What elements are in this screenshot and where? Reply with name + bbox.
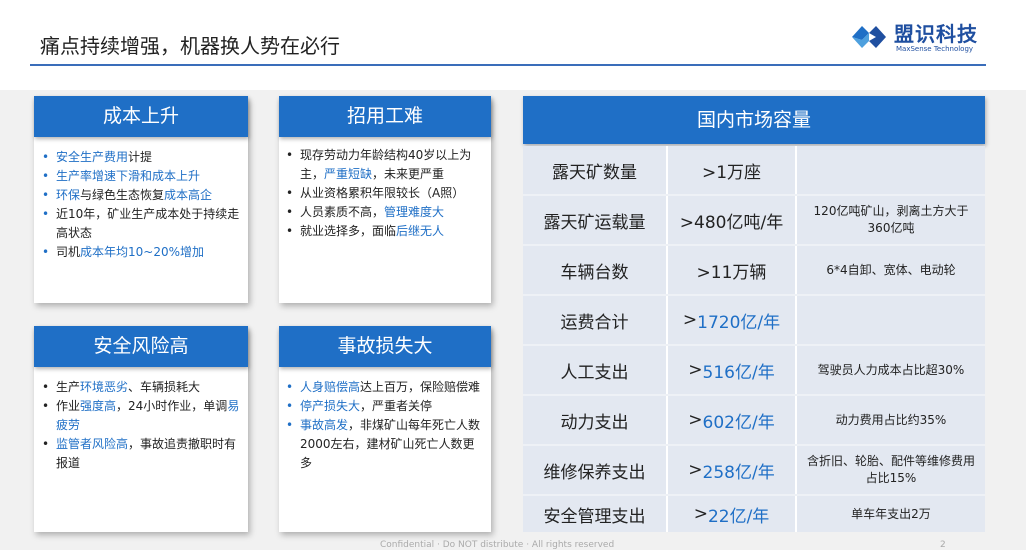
- page-title: 痛点持续增强，机器换人势在必行: [40, 34, 340, 58]
- row-label: 安全管理支出: [543, 506, 646, 527]
- table-row: 安全管理支出 >22亿/年 单车年支出2万: [523, 496, 985, 532]
- row-note: [797, 146, 985, 194]
- value-highlight: 602亿/年: [702, 412, 775, 433]
- list-item: 监管者风险高，事故追责撤职时有报道: [42, 435, 242, 473]
- value-prefix: >: [688, 460, 703, 480]
- list-item: 司机成本年均10~20%增加: [42, 243, 242, 262]
- list-item: 近10年，矿业生产成本处于持续走高状态: [42, 205, 242, 243]
- row-label: 动力支出: [560, 412, 629, 433]
- table-row: 车辆台数 >11万辆 6*4自卸、宽体、电动轮: [523, 246, 985, 294]
- list-item: 生产环境恶劣、车辆损耗大: [42, 378, 242, 397]
- list-item: 生产率增速下滑和成本上升: [42, 167, 242, 186]
- table-row: 运费合计 >1720亿/年: [523, 296, 985, 344]
- table-row: 维修保养支出 >258亿/年 含折旧、轮胎、配件等维修费用占比15%: [523, 446, 985, 494]
- list-item: 就业选择多，面临后继无人: [286, 222, 486, 241]
- market-table-title: 国内市场容量: [523, 96, 985, 144]
- company-logo: 盟识科技 MaxSense Technology: [848, 18, 998, 58]
- list-item: 现存劳动力年龄结构40岁以上为主，严重短缺，未来更严重: [286, 146, 486, 184]
- risk-panel-title: 安全风险高: [34, 326, 248, 367]
- value-highlight: 1720亿/年: [697, 312, 781, 333]
- value-highlight: 516亿/年: [702, 362, 775, 383]
- row-note: 120亿吨矿山，剥离土方大于360亿吨: [813, 204, 969, 235]
- row-value: >1720亿/年: [668, 296, 795, 344]
- row-label: 露天矿运载量: [543, 212, 646, 233]
- row-label: 维修保养支出: [543, 462, 646, 483]
- row-value: >602亿/年: [668, 396, 795, 444]
- market-table: 国内市场容量 露天矿数量 >1万座露天矿运载量 >480亿吨/年 120亿吨矿山，剥离…: [523, 96, 985, 532]
- value-prefix: >: [688, 410, 703, 430]
- list-item: 从业资格累积年限较长（A照）: [286, 184, 486, 203]
- row-value: >22亿/年: [668, 496, 795, 532]
- labor-list: 现存劳动力年龄结构40岁以上为主，严重短缺，未来更严重 从业资格累积年限较长（A…: [286, 146, 486, 241]
- value-prefix: >: [688, 360, 703, 380]
- row-label: 露天矿数量: [552, 162, 637, 183]
- list-item: 人员素质不高，管理难度大: [286, 203, 486, 222]
- cost-panel-title: 成本上升: [34, 96, 248, 137]
- logo-text-cn: 盟识科技: [894, 22, 978, 46]
- row-note: 单车年支出2万: [851, 506, 931, 521]
- risk-list: 生产环境恶劣、车辆损耗大 作业强度高，24小时作业，单调易疲劳 监管者风险高，事…: [42, 378, 242, 473]
- row-label: 车辆台数: [560, 262, 629, 283]
- loss-list: 人身赔偿高达上百万，保险赔偿难 停产损失大，严重者关停 事故高发，非煤矿山每年死…: [286, 378, 486, 473]
- list-item: 事故高发，非煤矿山每年死亡人数 2000左右，建材矿山死亡人数更多: [286, 416, 486, 473]
- row-value: >258亿/年: [668, 446, 795, 494]
- value-prefix: >: [682, 310, 698, 330]
- value-highlight: 22亿/年: [707, 506, 770, 527]
- table-row: 动力支出 >602亿/年 动力费用占比约35%: [523, 396, 985, 444]
- list-item: 安全生产费用计提: [42, 148, 242, 167]
- value-highlight: 258亿/年: [702, 462, 775, 483]
- row-value: >516亿/年: [668, 346, 795, 394]
- row-value: >11万辆: [696, 262, 767, 283]
- labor-panel-title: 招用工难: [279, 96, 491, 137]
- row-value: >480亿吨/年: [679, 212, 784, 233]
- loss-panel-title: 事故损失大: [279, 326, 491, 367]
- row-note: 动力费用占比约35%: [835, 412, 947, 427]
- row-value: >1万座: [701, 162, 762, 183]
- table-row: 人工支出 >516亿/年 驾驶员人力成本占比超30%: [523, 346, 985, 394]
- logo-mark-icon: [852, 26, 886, 48]
- row-note: 6*4自卸、宽体、电动轮: [826, 262, 956, 277]
- list-item: 人身赔偿高达上百万，保险赔偿难: [286, 378, 486, 397]
- title-underline: [30, 64, 986, 66]
- row-note: [797, 296, 985, 344]
- logo-text-en: MaxSense Technology: [896, 45, 974, 53]
- list-item: 停产损失大，严重者关停: [286, 397, 486, 416]
- cost-list: 安全生产费用计提 生产率增速下滑和成本上升 环保与绿色生态恢复成本高企 近10年…: [42, 148, 242, 262]
- table-row: 露天矿数量 >1万座: [523, 146, 985, 194]
- row-label: 运费合计: [560, 312, 629, 333]
- list-item: 作业强度高，24小时作业，单调易疲劳: [42, 397, 242, 435]
- row-label: 人工支出: [560, 362, 629, 383]
- list-item: 环保与绿色生态恢复成本高企: [42, 186, 242, 205]
- row-note: 驾驶员人力成本占比超30%: [817, 362, 965, 377]
- table-row: 露天矿运载量 >480亿吨/年 120亿吨矿山，剥离土方大于360亿吨: [523, 196, 985, 244]
- row-note: 含折旧、轮胎、配件等维修费用占比15%: [806, 454, 975, 485]
- value-prefix: >: [693, 504, 708, 524]
